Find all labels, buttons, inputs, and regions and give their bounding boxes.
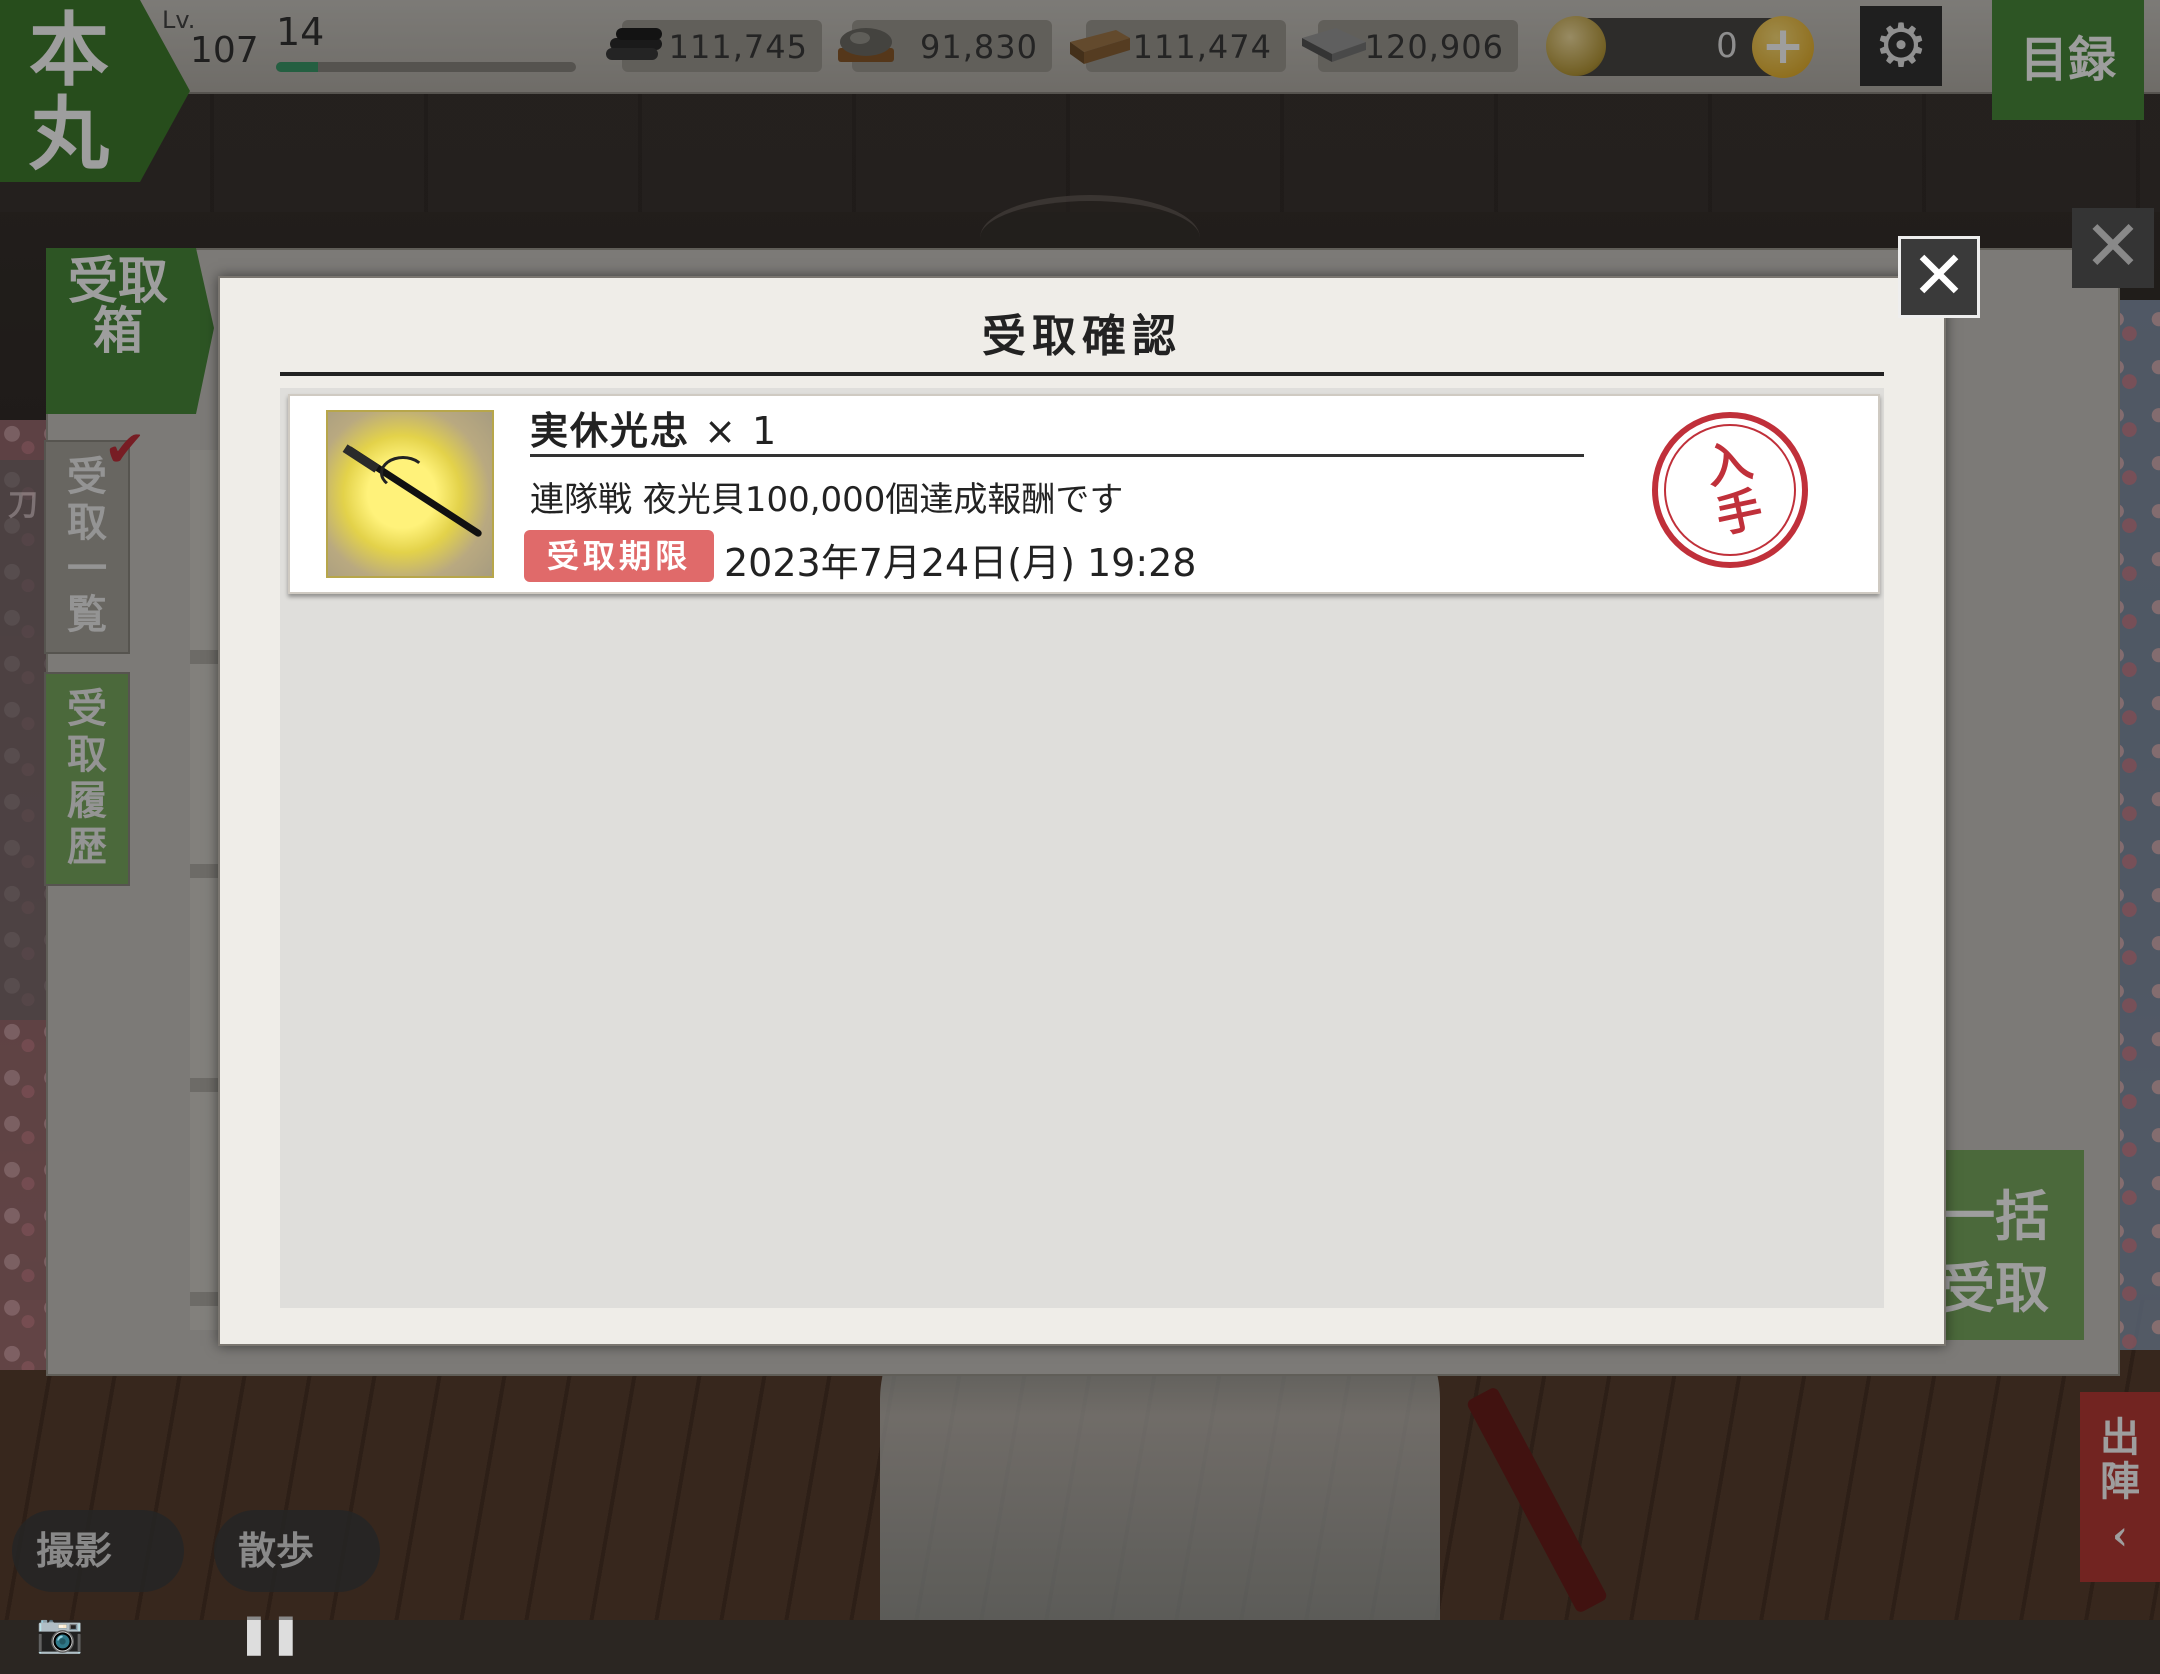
sword-cord (380, 456, 426, 490)
item-description: 連隊戦 夜光貝100,000個達成報酬です (530, 480, 1124, 520)
sword-hilt (342, 444, 380, 473)
item-name-text: 実休光忠 (530, 408, 691, 453)
acquired-stamp: 入手 (1652, 412, 1808, 568)
list-item: 実休光忠 × 1 連隊戦 夜光貝100,000個達成報酬です 受取期限 2023… (288, 394, 1880, 594)
item-quantity: × 1 (690, 409, 779, 453)
deadline-value: 2023年7月24日(月) 19:28 (724, 541, 1197, 585)
close-icon[interactable]: ✕ (1898, 236, 1980, 318)
item-name: 実休光忠 × 1 (530, 400, 778, 455)
sword-item-icon (326, 410, 494, 578)
title-divider (280, 372, 1884, 376)
receive-confirm-dialog: 受取確認 実休光忠 × 1 連隊戦 夜光貝100,000個達成報酬です 受取期限… (218, 276, 1946, 1346)
deadline-badge: 受取期限 (524, 530, 714, 582)
item-divider (530, 454, 1584, 457)
dialog-title: 受取確認 (982, 311, 1182, 362)
